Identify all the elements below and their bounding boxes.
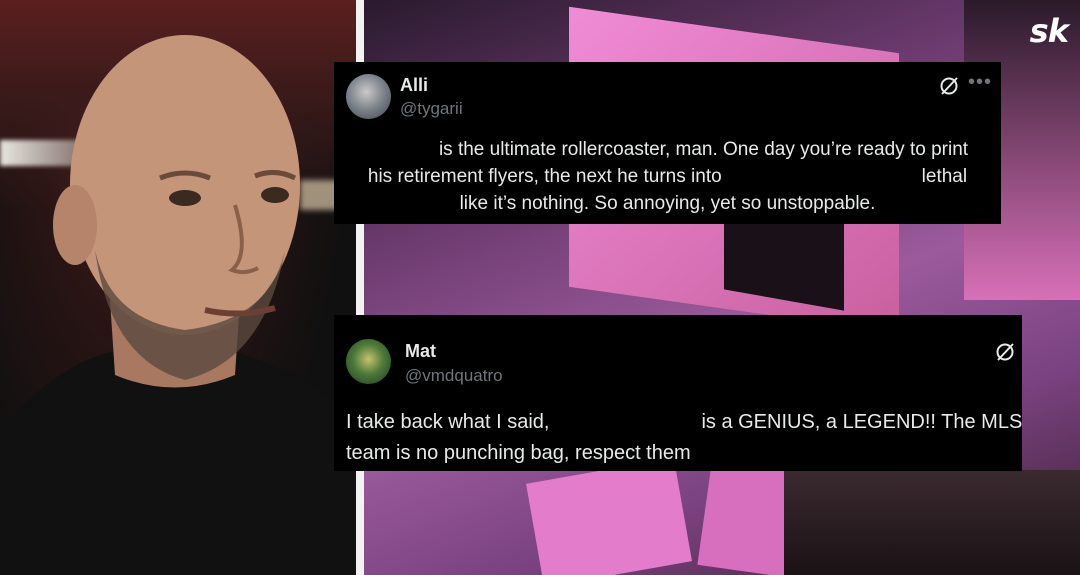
avatar[interactable] — [346, 74, 391, 119]
tweet-card[interactable]: Alli @tygarii ••• is the ultimate roller… — [334, 62, 1001, 224]
tweet-text: is the ultimate rollercoaster, man. One … — [334, 136, 1001, 217]
tweet-line: team is no punching bag, respect them — [346, 442, 691, 464]
grok-icon[interactable] — [994, 341, 1016, 363]
tweet-text: I take back what I said, is a GENIUS, a L… — [346, 407, 1022, 469]
avatar[interactable] — [346, 339, 391, 384]
tweet-card[interactable]: Mat @vmdquatro I take back what I said, i… — [334, 315, 1022, 471]
tweet-line: his retirement flyers, the next he turns… — [367, 166, 968, 187]
pink-flag — [526, 457, 692, 575]
display-name[interactable]: Alli — [400, 75, 428, 96]
grok-icon[interactable] — [938, 75, 960, 97]
tweet-line: I take back what I said, is a GENIUS, a L… — [346, 411, 1023, 433]
user-handle[interactable]: @vmdquatro — [405, 366, 503, 386]
photo-coach — [0, 0, 356, 575]
crowd — [784, 470, 1080, 575]
tweet-line: is the ultimate rollercoaster, man. One … — [438, 139, 969, 160]
sportskeeda-logo: sk — [1029, 12, 1069, 50]
more-icon[interactable]: ••• — [968, 71, 992, 94]
tweet-line: like it’s nothing. So annoying, yet so u… — [459, 193, 876, 214]
display-name[interactable]: Mat — [405, 341, 436, 362]
user-handle[interactable]: @tygarii — [400, 99, 463, 119]
coach-portrait — [0, 35, 356, 575]
